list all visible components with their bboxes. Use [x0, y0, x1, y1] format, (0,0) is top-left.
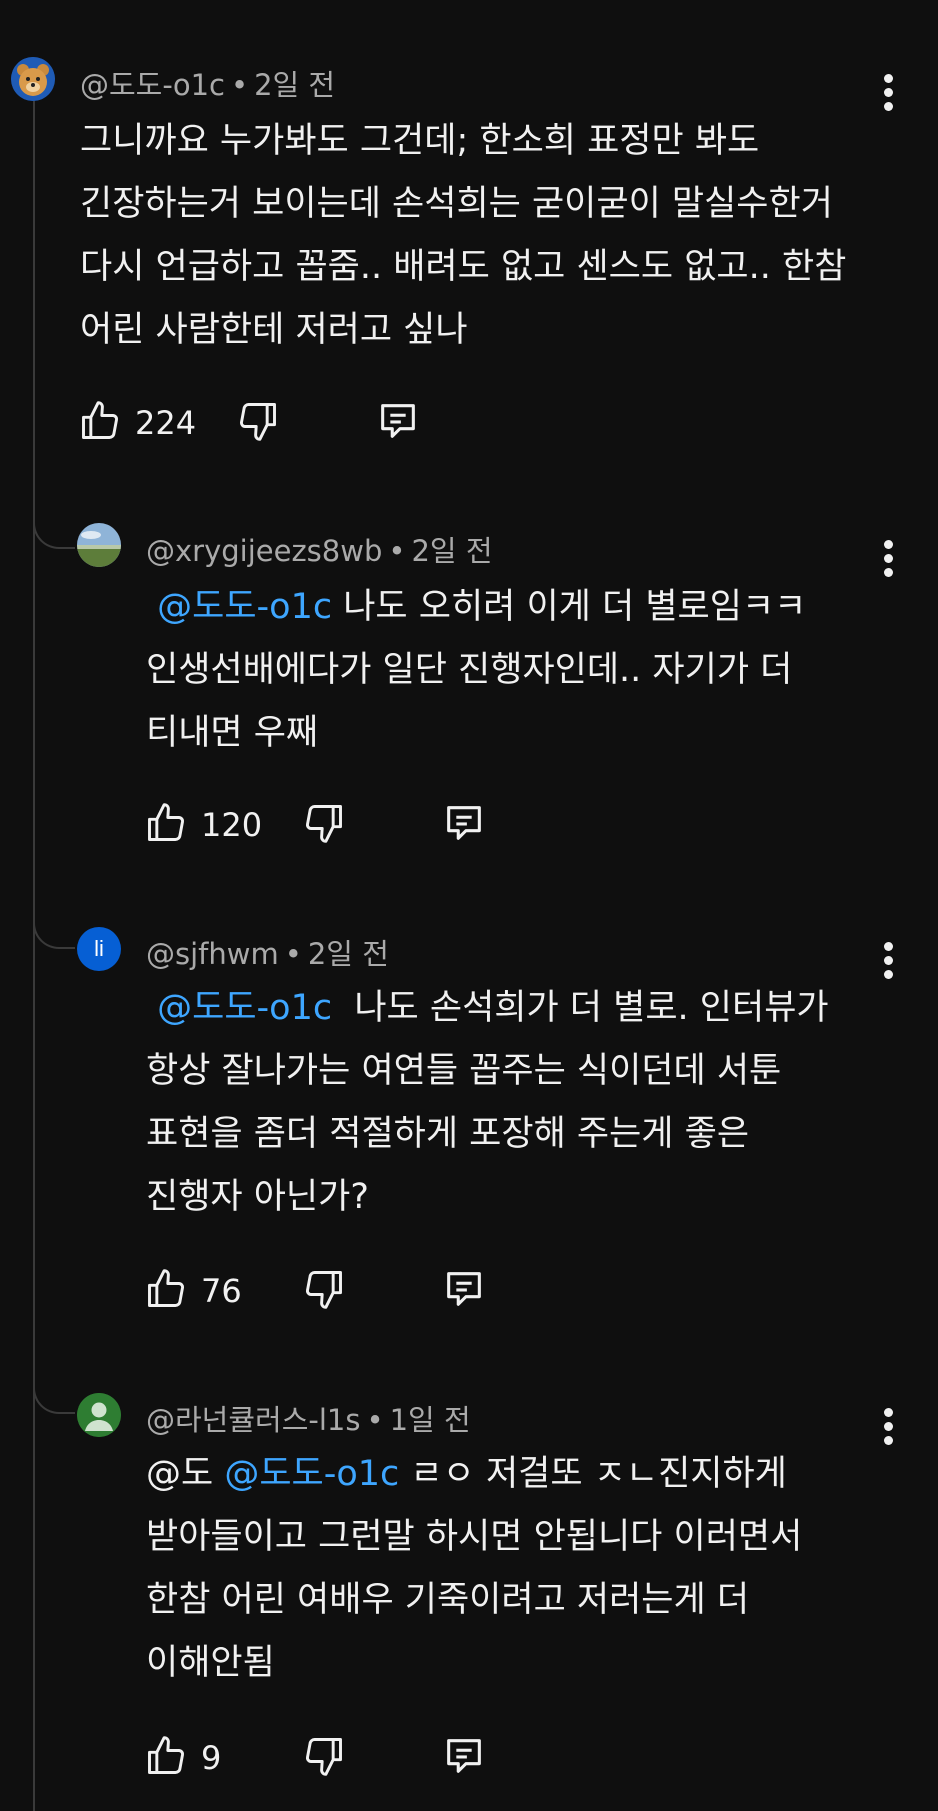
avatar[interactable]	[11, 57, 55, 101]
comment-meta: @도도-o1c • 2일 전	[80, 62, 335, 104]
author-handle[interactable]: @라넌큘러스-l1s	[146, 1403, 360, 1437]
comment-text: @도 @도도-o1c ㄹㅇ 저걸또 ㅈㄴ진지하게 받아들이고 그런말 하시면 안…	[146, 1443, 802, 1695]
comment-line: 받아들이고 그런말 하시면 안됩니다 이러면서	[146, 1517, 803, 1557]
comment-time[interactable]: 2일 전	[308, 937, 389, 971]
like-count: 120	[201, 806, 263, 844]
comment-text: @도도-o1c 나도 손석희가 더 별로. 인터뷰가 항상 잘나가는 여연들 꼽…	[146, 977, 829, 1229]
comment-line-text: 나도 오히려 이게 더 별로임ㅋㅋ	[332, 587, 807, 627]
separator-dot: •	[284, 937, 302, 971]
author-handle[interactable]: @도도-o1c	[80, 68, 225, 102]
avatar[interactable]	[77, 1393, 121, 1437]
author-handle[interactable]: @sjfhwm	[146, 937, 279, 971]
more-vert-icon	[883, 1408, 893, 1417]
comment-line: 이해안됨	[146, 1643, 275, 1683]
more-vert-dot	[883, 88, 893, 97]
comment-actions: 224	[78, 398, 438, 448]
thread-line	[33, 100, 35, 1811]
comment-time[interactable]: 2일 전	[254, 68, 335, 102]
reply-connector	[33, 487, 75, 549]
more-vert-dot	[883, 554, 893, 563]
comment-actions: 76	[144, 1266, 504, 1316]
more-vert-dot	[883, 956, 893, 965]
more-options-button[interactable]	[882, 74, 894, 114]
comment-line: 한참 어린 여배우 기죽이려고 저러는게 더	[146, 1580, 750, 1620]
landscape-avatar-icon	[77, 523, 121, 567]
bear-avatar-icon	[11, 57, 55, 101]
comment-text: 그니까요 누가봐도 그건데; 한소희 표정만 봐도 긴장하는거 보이는데 손석희…	[80, 110, 846, 362]
person-avatar-icon	[77, 1393, 121, 1437]
thumb-down-icon[interactable]	[302, 800, 346, 846]
comment-line-text: 나도 손석희가 더 별로. 인터뷰가	[332, 988, 829, 1028]
comment-line-text: ㄹㅇ 저걸또 ㅈㄴ진지하게	[399, 1454, 787, 1494]
comment-line: @도도-o1c 나도 오히려 이게 더 별로임ㅋㅋ	[146, 576, 806, 639]
comment-line: 진행자 아닌가?	[146, 1177, 369, 1217]
reply-connector	[33, 1352, 75, 1414]
reply-connector	[33, 887, 75, 949]
comment-line: 그니까요 누가봐도 그건데; 한소희 표정만 봐도	[80, 121, 760, 161]
comment-actions: 9	[144, 1733, 504, 1783]
more-options-button[interactable]	[882, 942, 894, 982]
comment-line: 티내면 우째	[146, 713, 319, 753]
avatar[interactable]: li	[77, 927, 121, 971]
more-vert-dot	[883, 1422, 893, 1431]
separator-dot: •	[366, 1403, 384, 1437]
author-handle[interactable]: @xrygijeezs8wb	[146, 534, 382, 568]
more-options-button[interactable]	[882, 1408, 894, 1448]
comment-time[interactable]: 1일 전	[390, 1403, 471, 1437]
reply-icon[interactable]	[375, 398, 421, 444]
reply-icon[interactable]	[441, 1733, 487, 1779]
comment-line: 다시 언급하고 꼽줌.. 배려도 없고 센스도 없고.. 한참	[80, 247, 847, 287]
comment-line: 긴장하는거 보이는데 손석희는 굳이굳이 말실수한거	[80, 184, 833, 224]
like-count: 9	[201, 1739, 222, 1777]
comment-line: 표현을 좀더 적절하게 포장해 주는게 좋은	[146, 1114, 750, 1154]
avatar[interactable]	[77, 523, 121, 567]
reply-icon[interactable]	[441, 1266, 487, 1312]
thumb-down-icon[interactable]	[236, 398, 280, 444]
comment-line: 인생선배에다가 일단 진행자인데.. 자기가 더	[146, 650, 793, 690]
more-vert-dot	[883, 102, 893, 111]
like-count: 224	[135, 404, 197, 442]
thumb-up-icon[interactable]	[144, 1266, 188, 1312]
more-vert-dot	[883, 568, 893, 577]
comment-actions: 120	[144, 800, 504, 850]
thumb-down-icon[interactable]	[302, 1733, 346, 1779]
more-options-button[interactable]	[882, 540, 894, 580]
mention-link[interactable]: @도도-o1c	[157, 988, 332, 1028]
thumb-up-icon[interactable]	[144, 1733, 188, 1779]
comment-meta: @라넌큘러스-l1s • 1일 전	[146, 1397, 471, 1439]
like-count: 76	[201, 1272, 242, 1310]
separator-dot: •	[388, 534, 406, 568]
avatar-letter: li	[94, 936, 104, 961]
more-vert-icon	[883, 540, 893, 549]
mention-link[interactable]: @도도-o1c	[157, 587, 332, 627]
reply-icon[interactable]	[441, 800, 487, 846]
thumb-up-icon[interactable]	[78, 398, 122, 444]
comment-line-prefix: @도	[146, 1454, 225, 1494]
more-vert-dot	[883, 970, 893, 979]
comment-time[interactable]: 2일 전	[411, 534, 492, 568]
thumb-down-icon[interactable]	[302, 1266, 346, 1312]
more-vert-dot	[883, 1436, 893, 1445]
comment-line: @도도-o1c 나도 손석희가 더 별로. 인터뷰가	[146, 977, 829, 1040]
comment-text: @도도-o1c 나도 오히려 이게 더 별로임ㅋㅋ 인생선배에다가 일단 진행자…	[146, 576, 806, 765]
comment-line: @도 @도도-o1c ㄹㅇ 저걸또 ㅈㄴ진지하게	[146, 1443, 802, 1506]
mention-link[interactable]: @도도-o1c	[224, 1454, 399, 1494]
thumb-up-icon[interactable]	[144, 800, 188, 846]
comment-line: 항상 잘나가는 여연들 꼽주는 식이던데 서툰	[146, 1051, 782, 1091]
more-vert-icon	[883, 942, 893, 951]
separator-dot: •	[230, 68, 249, 102]
more-vert-icon	[883, 74, 893, 83]
comment-meta: @sjfhwm • 2일 전	[146, 931, 389, 973]
comment-line: 어린 사람한테 저러고 싶나	[80, 310, 468, 350]
comment-meta: @xrygijeezs8wb • 2일 전	[146, 528, 493, 570]
